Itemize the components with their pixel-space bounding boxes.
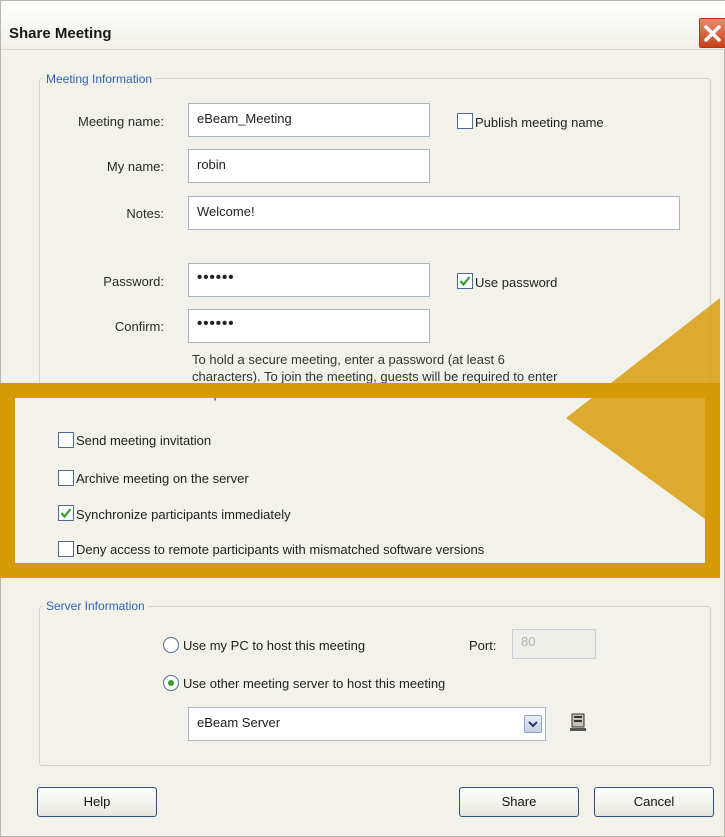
server-dropdown-button[interactable]	[524, 715, 542, 733]
checkmark-icon	[60, 508, 72, 519]
send-invitation-checkbox[interactable]	[58, 432, 74, 448]
server-select[interactable]: eBeam Server	[188, 707, 546, 741]
meeting-info-legend: Meeting Information	[43, 72, 156, 86]
help-line: To hold a secure meeting, enter a passwo…	[192, 352, 505, 367]
archive-meeting-checkbox[interactable]	[58, 470, 74, 486]
cancel-button[interactable]: Cancel	[594, 787, 714, 817]
use-other-server-label: Use other meeting server to host this me…	[183, 676, 446, 691]
publish-name-checkbox[interactable]	[457, 113, 473, 129]
use-other-server-radio[interactable]	[163, 675, 179, 691]
use-password-label: Use password	[475, 275, 558, 290]
help-line: characters). To join the meeting, guests…	[192, 369, 558, 384]
my-name-input[interactable]: robin	[188, 149, 430, 183]
server-info-legend: Server Information	[43, 599, 148, 613]
password-input[interactable]: ••••••	[188, 263, 430, 297]
notes-label: Notes:	[126, 206, 164, 221]
synchronize-participants-checkbox[interactable]	[58, 505, 74, 521]
my-name-label: My name:	[106, 159, 164, 174]
use-my-pc-radio[interactable]	[163, 637, 179, 653]
password-help-text: To hold a secure meeting, enter a passwo…	[192, 351, 557, 402]
use-password-checkbox[interactable]	[457, 273, 473, 289]
checkmark-icon	[459, 276, 471, 287]
archive-meeting-label: Archive meeting on the server	[76, 471, 249, 486]
send-invitation-label: Send meeting invitation	[76, 433, 212, 448]
deny-access-label: Deny access to remote participants with …	[76, 542, 485, 557]
password-label: Password:	[103, 274, 164, 289]
close-icon	[704, 25, 721, 42]
help-button[interactable]: Help	[37, 787, 157, 817]
meeting-name-label: Meeting name:	[78, 114, 164, 129]
close-button[interactable]	[699, 18, 725, 48]
use-my-pc-label: Use my PC to host this meeting	[183, 638, 366, 653]
share-meeting-dialog: Share Meeting Meeting Information Meetin…	[0, 0, 725, 837]
port-label: Port:	[469, 638, 497, 653]
publish-name-label: Publish meeting name	[475, 115, 604, 130]
chevron-down-icon	[528, 721, 538, 728]
notes-input[interactable]: Welcome!	[188, 196, 680, 230]
confirm-password-input[interactable]: ••••••	[188, 309, 430, 343]
meeting-name-input[interactable]: eBeam_Meeting	[188, 103, 430, 137]
dialog-title: Share Meeting	[9, 25, 112, 42]
port-input[interactable]: 80	[512, 629, 596, 659]
confirm-label: Confirm:	[114, 319, 164, 334]
title-bar: Share Meeting	[1, 1, 725, 50]
synchronize-participants-label: Synchronize participants immediately	[76, 507, 291, 522]
deny-access-checkbox[interactable]	[58, 541, 74, 557]
share-button[interactable]: Share	[459, 787, 579, 817]
server-icon	[570, 713, 586, 731]
help-line: the password.	[192, 386, 273, 401]
server-settings-button[interactable]	[566, 711, 590, 735]
